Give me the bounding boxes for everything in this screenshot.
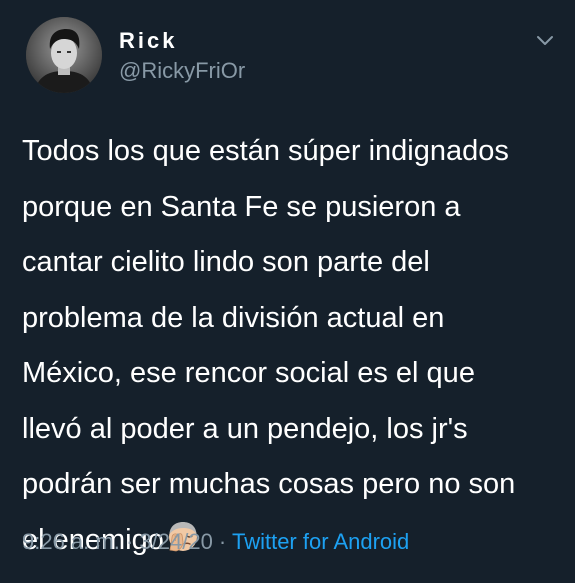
tweet-card: Rick @RickyFriOr Todos los que están súp… — [0, 0, 575, 583]
tweet-line: problema de la división actual en — [22, 301, 445, 334]
chevron-down-icon — [537, 36, 553, 45]
tweet-line: llevó al poder a un pendejo, los jr's — [22, 412, 468, 445]
tweet-source-link[interactable]: Twitter for Android — [232, 529, 409, 554]
tweet-line: podrán ser muchas cosas pero no son — [22, 468, 516, 500]
more-options-button[interactable] — [535, 34, 555, 48]
meta-separator: · — [212, 529, 232, 554]
tweet-time[interactable]: 9:26 a. m. — [22, 529, 120, 554]
meta-separator: · — [119, 529, 140, 554]
tweet-date[interactable]: 3/24/20 — [139, 529, 212, 554]
avatar[interactable] — [26, 17, 102, 93]
tweet-line: porque en Santa Fe se pusieron a — [22, 190, 461, 223]
profile-photo-icon — [26, 17, 102, 93]
tweet-meta: 9:26 a. m. · 3/24/20 · Twitter for Andro… — [22, 528, 409, 556]
tweet-line: México, ese rencor social es el que — [22, 357, 475, 389]
tweet-line: cantar cielito lindo son parte del — [22, 246, 430, 278]
display-name[interactable]: Rick — [119, 28, 177, 54]
tweet-text: Todos los que están súper indignados por… — [22, 124, 567, 568]
user-handle[interactable]: @RickyFriOr — [119, 58, 245, 84]
tweet-line: Todos los que están súper indignados — [22, 135, 509, 167]
